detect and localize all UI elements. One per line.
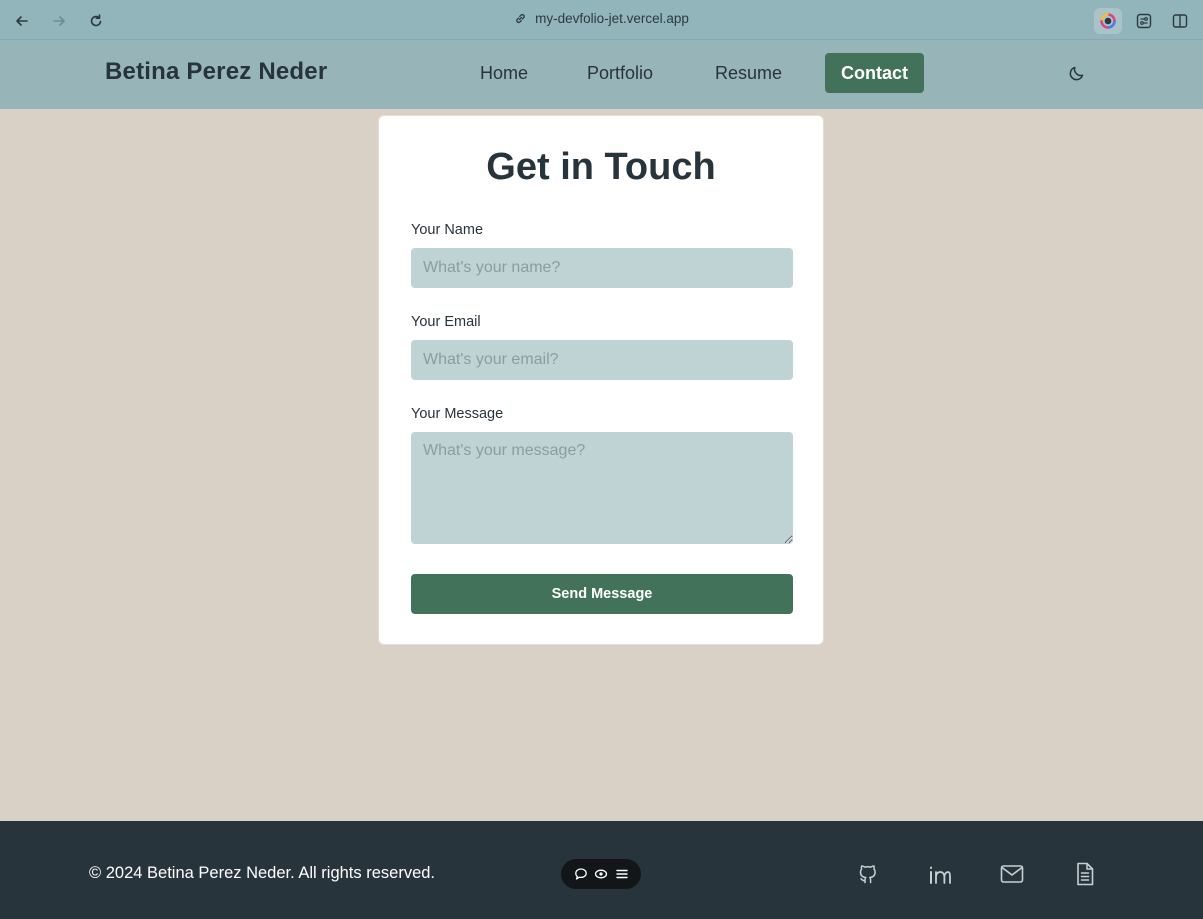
- sidebar-icon[interactable]: [1166, 8, 1194, 34]
- contact-form-card: Get in Touch Your Name Your Email Your M…: [378, 115, 824, 645]
- color-picker-extension-icon[interactable]: [1094, 8, 1122, 34]
- linkedin-icon[interactable]: [927, 861, 953, 887]
- browser-toolbar: my-devfolio-jet.vercel.app: [0, 0, 1203, 40]
- moon-icon[interactable]: [1064, 60, 1090, 86]
- email-label: Your Email: [411, 314, 481, 330]
- document-icon[interactable]: [1072, 861, 1098, 887]
- site-footer: © 2024 Betina Perez Neder. All rights re…: [0, 821, 1203, 919]
- message-textarea[interactable]: [411, 432, 793, 544]
- floating-toolbar: [561, 859, 641, 889]
- mail-icon[interactable]: [999, 861, 1025, 887]
- send-message-button[interactable]: Send Message: [411, 574, 793, 614]
- github-icon[interactable]: [855, 861, 881, 887]
- menu-icon[interactable]: [615, 867, 629, 881]
- email-input[interactable]: [411, 340, 793, 380]
- eye-icon[interactable]: [594, 867, 608, 881]
- address-bar[interactable]: my-devfolio-jet.vercel.app: [0, 11, 1203, 28]
- site-brand[interactable]: Betina Perez Neder: [105, 58, 327, 86]
- extensions-icon[interactable]: [1130, 8, 1158, 34]
- name-label: Your Name: [411, 222, 484, 238]
- chat-icon[interactable]: [574, 867, 588, 881]
- url-text: my-devfolio-jet.vercel.app: [535, 11, 689, 26]
- message-label: Your Message: [411, 406, 504, 422]
- copyright-text: © 2024 Betina Perez Neder. All rights re…: [89, 864, 436, 882]
- nav-resume[interactable]: Resume: [699, 53, 798, 93]
- nav-portfolio[interactable]: Portfolio: [571, 53, 669, 93]
- form-title: Get in Touch: [486, 146, 716, 188]
- name-input[interactable]: [411, 248, 793, 288]
- nav-home[interactable]: Home: [464, 53, 544, 93]
- nav-contact[interactable]: Contact: [825, 53, 924, 93]
- site-header: Betina Perez Neder Home Portfolio Resume…: [0, 40, 1203, 109]
- link-icon: [514, 12, 527, 28]
